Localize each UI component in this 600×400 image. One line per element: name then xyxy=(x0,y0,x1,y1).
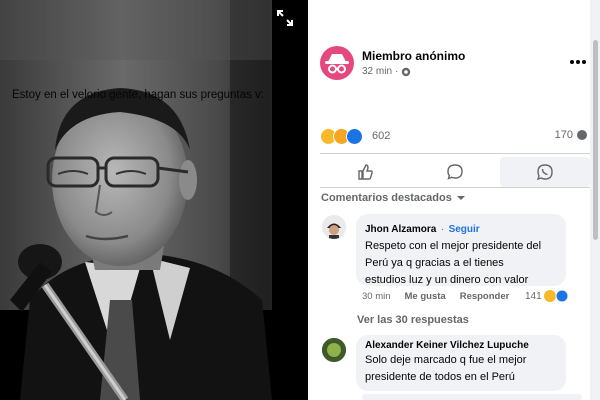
comment-avatar[interactable] xyxy=(322,338,346,362)
comment-text-line: Perú ya q gracias a el tienes xyxy=(365,257,504,269)
scrollbar-thumb[interactable] xyxy=(593,40,598,240)
comment-text-line: Solo deje marcado q fue el mejor xyxy=(365,354,527,366)
share-count-group[interactable]: 170 xyxy=(555,129,588,141)
comment-text-line: presidente de todos en el Perú xyxy=(365,371,515,383)
reaction-count[interactable]: 602 xyxy=(372,130,390,142)
post-text: Estoy en el velorio gente, hagan sus pre… xyxy=(12,89,264,101)
whatsapp-share-button[interactable] xyxy=(500,157,590,187)
anonymous-avatar[interactable] xyxy=(320,46,354,80)
share-count: 170 xyxy=(554,129,573,141)
comment-bubble: Jhon Alzamora · Seguir Respeto con el me… xyxy=(356,214,566,286)
comment-avatar[interactable] xyxy=(322,215,346,239)
comment-button[interactable] xyxy=(410,157,500,187)
comment-text-line: estudios luz y un dinero con valor xyxy=(365,274,529,286)
expand-icon[interactable] xyxy=(276,9,294,27)
photo-image xyxy=(0,0,308,400)
comment-author[interactable]: Alexander Keiner Vilchez Lupuche xyxy=(365,340,557,351)
comment-text-line: Respeto con el mejor presidente del xyxy=(365,240,542,252)
comment-reactions[interactable]: 141 xyxy=(525,289,571,303)
comment-bubble: Alexander Keiner Vilchez Lupuche Solo de… xyxy=(356,335,566,391)
post-header: Miembro anónimo 32 min · xyxy=(320,44,590,84)
comment-icon xyxy=(447,164,463,180)
comment-text: Solo deje marcado q fue el mejor preside… xyxy=(365,352,557,386)
post-time[interactable]: 32 min xyxy=(362,66,392,77)
comment-count-icon xyxy=(577,130,587,140)
like-icon xyxy=(358,164,373,180)
post-author[interactable]: Miembro anónimo xyxy=(362,49,465,63)
next-comment-partial xyxy=(362,394,582,400)
meta-dot: · xyxy=(395,66,399,77)
comment-text: Respeto con el mejor presidente del Perú… xyxy=(365,238,557,289)
whatsapp-icon xyxy=(536,164,553,181)
comment-reply-button[interactable]: Responder xyxy=(460,291,510,302)
post-meta: 32 min · xyxy=(362,66,411,77)
comment-reaction-icons xyxy=(543,289,569,303)
divider xyxy=(320,187,590,188)
divider xyxy=(320,153,590,154)
comment-like-button[interactable]: Me gusta xyxy=(405,291,446,302)
post-photo[interactable] xyxy=(0,0,308,400)
like-reaction-icon xyxy=(346,128,363,145)
more-options-icon[interactable] xyxy=(568,54,588,70)
follow-button[interactable]: Seguir xyxy=(449,224,480,235)
anonymous-icon xyxy=(325,54,349,74)
like-button[interactable] xyxy=(320,157,410,187)
avatar-image xyxy=(322,215,346,239)
comments-filter-label: Comentarios destacados xyxy=(321,192,452,204)
globe-icon xyxy=(402,67,411,76)
reactions-row: 602 170 xyxy=(320,128,590,146)
comment-actions: 30 min Me gusta Responder xyxy=(362,291,509,302)
reaction-icons[interactable] xyxy=(320,128,363,145)
comment-time[interactable]: 30 min xyxy=(362,291,391,302)
avatar-image xyxy=(322,338,346,362)
post-action-bar xyxy=(320,157,590,187)
chevron-down-icon xyxy=(456,196,465,200)
comment-author[interactable]: Jhon Alzamora xyxy=(365,224,436,235)
comment-reaction-count: 141 xyxy=(525,290,542,302)
view-replies-link[interactable]: Ver las 30 respuestas xyxy=(357,314,469,326)
comments-filter[interactable]: Comentarios destacados xyxy=(321,192,466,204)
separator-dot: · xyxy=(440,224,445,235)
